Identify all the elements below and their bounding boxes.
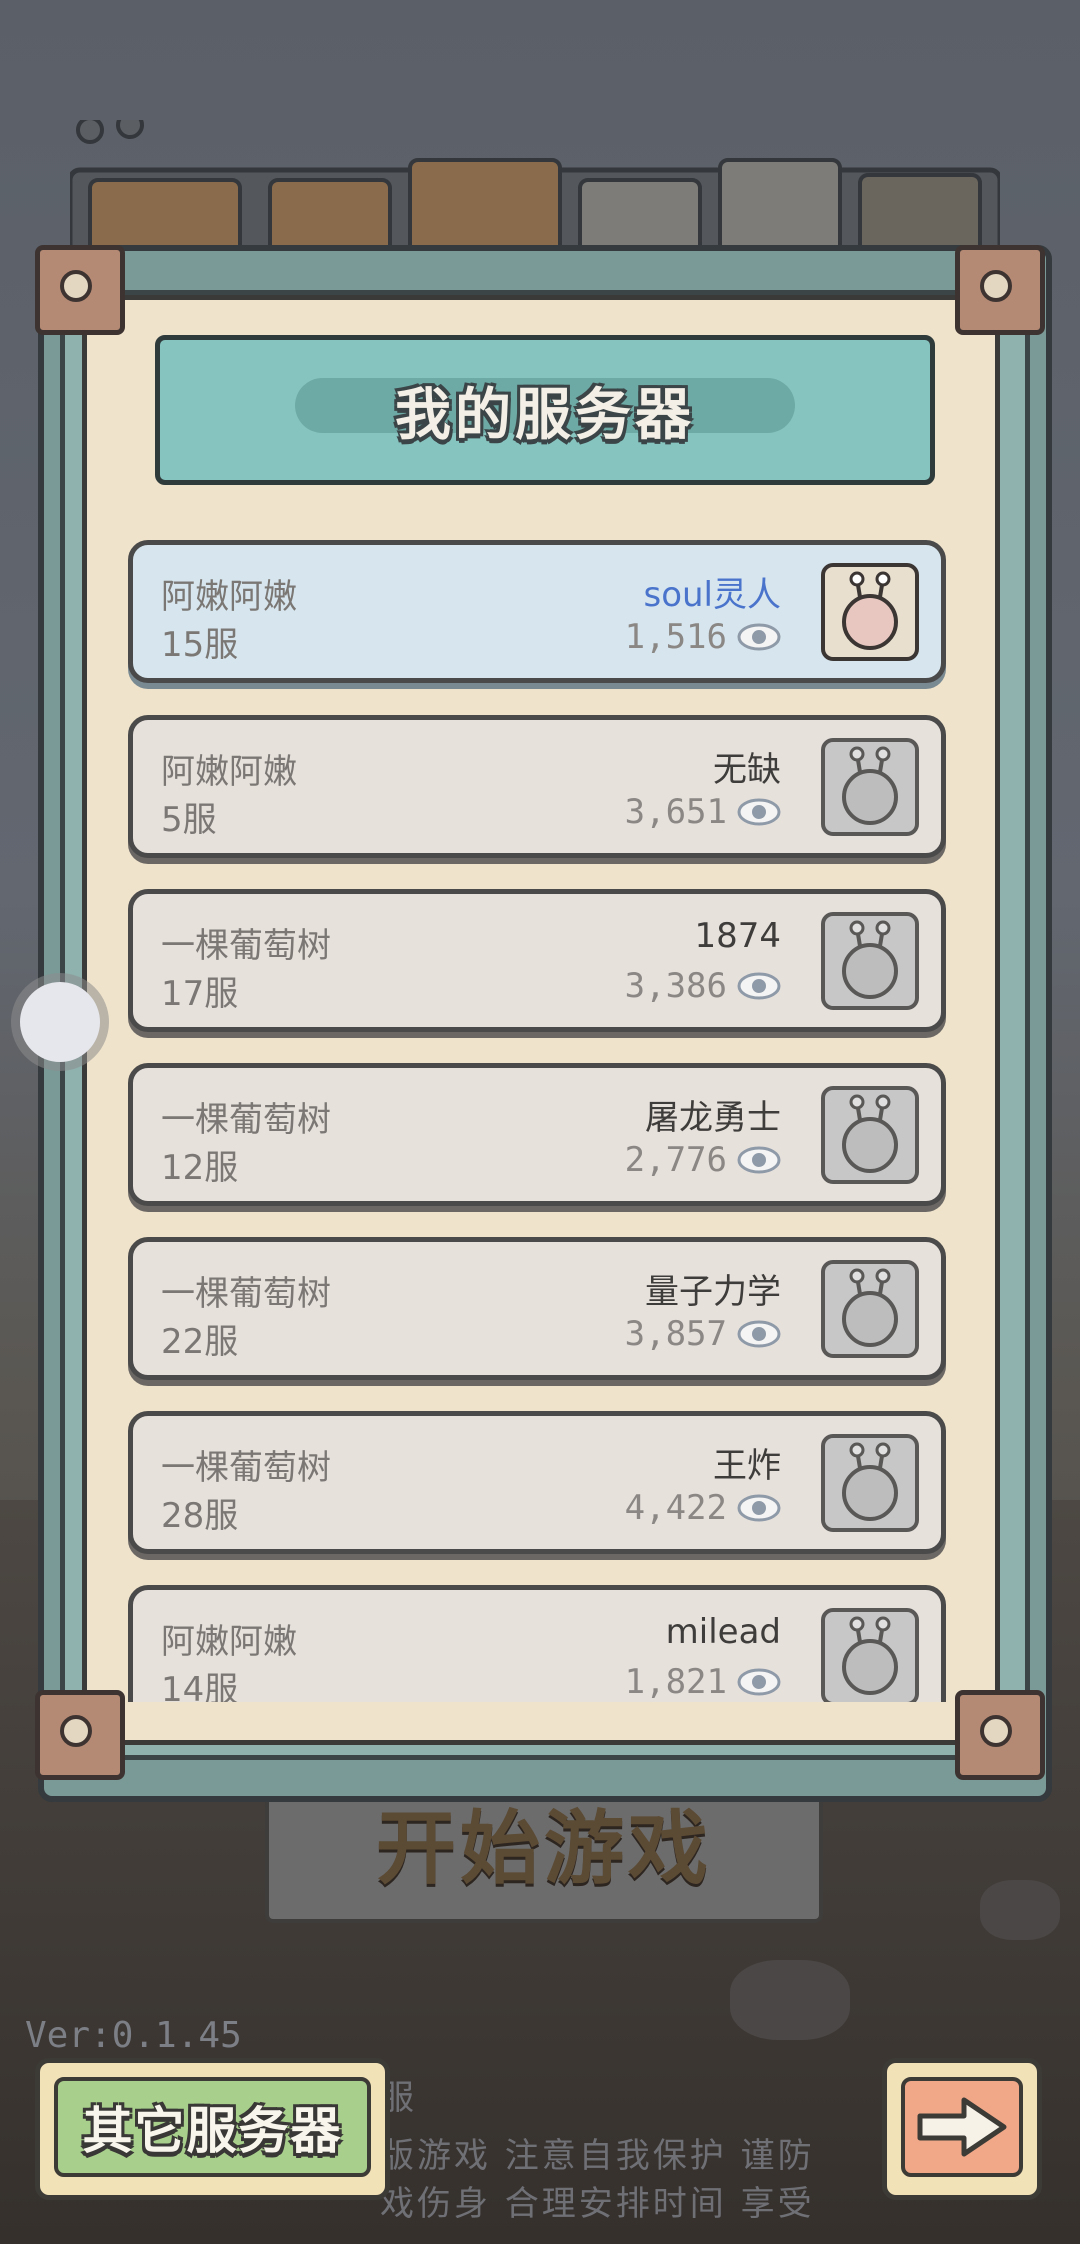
snail-avatar-icon	[821, 1086, 919, 1184]
rock	[980, 1880, 1060, 1940]
eye-icon	[737, 1146, 781, 1174]
other-servers-button[interactable]: 其它服务器	[35, 2058, 390, 2200]
snail-avatar-icon	[821, 1434, 919, 1532]
eye-icon	[737, 623, 781, 651]
frame-corner	[35, 245, 125, 335]
floating-assist-handle[interactable]	[20, 982, 100, 1062]
player-name: 量子力学	[645, 1272, 781, 1312]
notice-text: 戏伤身 合理安排时间 享受	[380, 2184, 815, 2224]
next-button[interactable]	[882, 2058, 1042, 2200]
snail-avatar-icon	[821, 563, 919, 661]
view-count: 3,651	[624, 792, 727, 832]
frame-corner	[955, 245, 1045, 335]
server-name: 一棵葡萄树	[161, 1100, 331, 1140]
server-number: 12服	[161, 1148, 239, 1188]
player-name: 王炸	[713, 1446, 781, 1486]
view-count: 1,516	[624, 617, 727, 657]
server-card[interactable]: 阿嫩阿嫩 14服 milead 1,821	[128, 1585, 946, 1702]
notice-text: 版游戏 注意自我保护 谨防	[380, 2136, 815, 2176]
player-name: soul灵人	[643, 575, 781, 615]
server-name: 一棵葡萄树	[161, 1448, 331, 1488]
frame-corner	[955, 1690, 1045, 1780]
server-name: 阿嫩阿嫩	[161, 577, 297, 617]
eye-icon	[737, 1668, 781, 1696]
server-number: 22服	[161, 1322, 239, 1362]
snail-avatar-icon	[821, 1608, 919, 1702]
eye-icon	[737, 1494, 781, 1522]
server-number: 17服	[161, 974, 239, 1014]
player-name: 1874	[694, 916, 781, 956]
eye-icon	[737, 972, 781, 1000]
snail-avatar-icon	[821, 1260, 919, 1358]
page-title: 我的服务器	[395, 383, 695, 448]
server-list[interactable]: 阿嫩阿嫩 15服 soul灵人 1,516 阿嫩阿嫩 5服 无缺 3,651 一…	[128, 540, 953, 1702]
arrow-right-icon	[917, 2097, 1007, 2157]
server-number: 5服	[161, 800, 217, 840]
server-name: 阿嫩阿嫩	[161, 1622, 297, 1662]
other-servers-label: 其它服务器	[82, 2102, 343, 2160]
server-name: 一棵葡萄树	[161, 1274, 331, 1314]
server-number: 28服	[161, 1496, 239, 1536]
snail-avatar-icon	[821, 738, 919, 836]
server-card[interactable]: 一棵葡萄树 17服 1874 3,386	[128, 889, 946, 1032]
player-name: milead	[665, 1612, 781, 1652]
frame-corner	[35, 1690, 125, 1780]
server-card[interactable]: 阿嫩阿嫩 5服 无缺 3,651	[128, 715, 946, 858]
server-name: 一棵葡萄树	[161, 926, 331, 966]
view-count: 2,776	[624, 1140, 727, 1180]
view-count: 1,821	[624, 1662, 727, 1702]
server-card[interactable]: 阿嫩阿嫩 15服 soul灵人 1,516	[128, 540, 946, 683]
server-number: 14服	[161, 1670, 239, 1702]
version-label: Ver:0.1.45	[25, 2015, 242, 2056]
view-count: 4,422	[624, 1488, 727, 1528]
player-name: 屠龙勇士	[645, 1098, 781, 1138]
snail-avatar-icon	[821, 912, 919, 1010]
server-name: 阿嫩阿嫩	[161, 752, 297, 792]
eye-icon	[737, 1320, 781, 1348]
title-banner: 我的服务器	[155, 335, 935, 485]
view-count: 3,857	[624, 1314, 727, 1354]
rock	[730, 1960, 850, 2040]
player-name: 无缺	[713, 750, 781, 790]
view-count: 3,386	[624, 966, 727, 1006]
server-card[interactable]: 一棵葡萄树 12服 屠龙勇士 2,776	[128, 1063, 946, 1206]
server-card[interactable]: 一棵葡萄树 22服 量子力学 3,857	[128, 1237, 946, 1380]
server-card[interactable]: 一棵葡萄树 28服 王炸 4,422	[128, 1411, 946, 1554]
eye-icon	[737, 798, 781, 826]
server-number: 15服	[161, 625, 239, 665]
